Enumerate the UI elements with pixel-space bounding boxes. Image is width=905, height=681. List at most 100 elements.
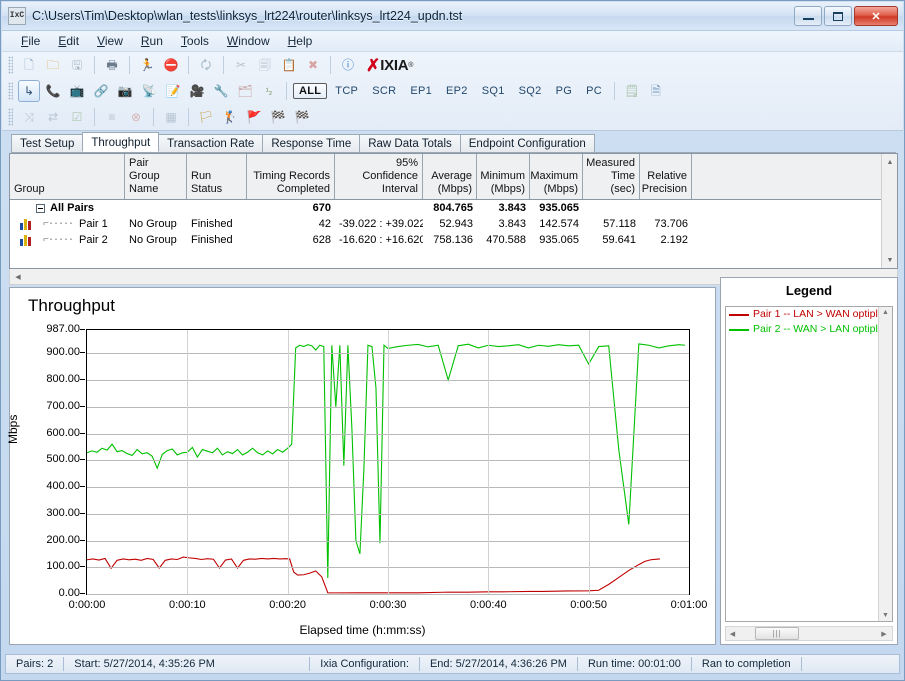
- chart-y-tick-label: 100.00: [46, 560, 80, 573]
- cut-icon[interactable]: ✂: [230, 54, 252, 76]
- multicast-pair-icon[interactable]: 📞: [42, 80, 64, 102]
- delete-icon[interactable]: ✖: [302, 54, 324, 76]
- filter-sq2-button[interactable]: SQ2: [513, 83, 548, 99]
- stop-icon[interactable]: ⛔: [160, 54, 182, 76]
- scroll-down-icon[interactable]: ▼: [882, 252, 898, 268]
- column-header-average[interactable]: Average (Mbps): [423, 154, 477, 199]
- menu-file[interactable]: File: [12, 32, 49, 50]
- menu-window[interactable]: Window: [218, 32, 279, 50]
- voip-pair-icon[interactable]: 📡: [138, 80, 160, 102]
- filter-all-button[interactable]: ALL: [293, 83, 328, 99]
- column-header-pair-group-name[interactable]: Pair Group Name: [125, 154, 187, 199]
- filter-ep1-button[interactable]: EP1: [404, 83, 438, 99]
- column-header-group[interactable]: Group: [10, 154, 125, 199]
- column-header-relative-precision[interactable]: Relative Precision: [640, 154, 692, 199]
- legend-vertical-scrollbar[interactable]: ▲ ▼: [878, 307, 892, 621]
- column-header-minimum[interactable]: Minimum (Mbps): [477, 154, 530, 199]
- scroll-down-icon[interactable]: ▼: [879, 612, 892, 619]
- compare-icon[interactable]: ⤨: [18, 106, 40, 128]
- toolbar-grip[interactable]: [8, 108, 13, 126]
- edit-script-icon[interactable]: 📝: [162, 80, 184, 102]
- column-header-timing-records[interactable]: Timing Records Completed: [247, 154, 335, 199]
- swap-icon[interactable]: ⇄: [42, 106, 64, 128]
- filter-tcp-button[interactable]: TCP: [329, 83, 364, 99]
- legend-horizontal-scrollbar[interactable]: ◀ ||| ▶: [725, 626, 893, 641]
- bar-chart-icon[interactable]: [20, 234, 33, 246]
- refresh-icon[interactable]: 🗘: [195, 54, 217, 76]
- filter-sq1-button[interactable]: SQ1: [476, 83, 511, 99]
- menu-edit[interactable]: Edit: [49, 32, 88, 50]
- maximize-button[interactable]: [824, 6, 852, 26]
- scroll-up-icon[interactable]: ▲: [879, 307, 892, 316]
- flag-run-icon[interactable]: 🚩: [243, 106, 265, 128]
- legend-item[interactable]: Pair 1 -- LAN > WAN optiplx: [726, 307, 892, 322]
- table-icon[interactable]: ▦: [160, 106, 182, 128]
- video-pair-icon[interactable]: 📷: [114, 80, 136, 102]
- chart-y-tick: [80, 486, 85, 487]
- column-header-confidence-interval[interactable]: 95% Confidence Interval: [335, 154, 423, 199]
- scroll-left-icon[interactable]: ◀: [726, 630, 739, 638]
- export-icon[interactable]: 🗒: [621, 80, 643, 102]
- info-icon[interactable]: ⓘ: [337, 54, 359, 76]
- open-folder-icon[interactable]: 🗀: [42, 54, 64, 76]
- paste-icon[interactable]: 📋: [278, 54, 300, 76]
- network-icon[interactable]: 🔗: [90, 80, 112, 102]
- filter-scr-button[interactable]: SCR: [366, 83, 402, 99]
- copy-icon[interactable]: 🗐: [254, 54, 276, 76]
- tab-endpoint-configuration[interactable]: Endpoint Configuration: [459, 134, 595, 152]
- toolbar-grip[interactable]: [8, 82, 13, 100]
- hardware-icon[interactable]: 🔧: [210, 80, 232, 102]
- chart-gridline-vertical: [488, 330, 490, 594]
- video-config-icon[interactable]: 🎥: [186, 80, 208, 102]
- scroll-up-icon[interactable]: ▲: [882, 154, 898, 170]
- cell-maximum: 935.065: [539, 233, 579, 246]
- tab-test-setup[interactable]: Test Setup: [11, 134, 84, 152]
- ixchariot-window: IxC C:\Users\Tim\Desktop\wlan_tests\link…: [0, 0, 905, 681]
- close-button[interactable]: ✕: [854, 6, 898, 26]
- expander-collapse-icon[interactable]: [36, 203, 45, 213]
- toolbar-grip[interactable]: [8, 56, 13, 74]
- scroll-right-icon[interactable]: ▶: [876, 630, 892, 638]
- run-icon[interactable]: 🏃: [136, 54, 158, 76]
- filter-ep2-button[interactable]: EP2: [440, 83, 474, 99]
- table-row[interactable]: ⌐····· Pair 1 No Group Finished 42 -39.0…: [10, 216, 897, 232]
- tab-transaction-rate[interactable]: Transaction Rate: [158, 134, 264, 152]
- tab-raw-data-totals[interactable]: Raw Data Totals: [359, 134, 461, 152]
- scroll-left-icon[interactable]: ◀: [10, 270, 26, 284]
- tab-response-time[interactable]: Response Time: [262, 134, 361, 152]
- align-icon[interactable]: ≡: [101, 106, 123, 128]
- column-header-run-status[interactable]: Run Status: [187, 154, 247, 199]
- endpoint-pair-icon[interactable]: 📺: [66, 80, 88, 102]
- bar-chart-icon[interactable]: [20, 218, 33, 230]
- scrollbar-thumb[interactable]: |||: [755, 627, 799, 640]
- report-icon[interactable]: 🗎: [645, 80, 667, 102]
- column-header-measured-time[interactable]: Measured Time (sec): [583, 154, 640, 199]
- column-header-maximum[interactable]: Maximum (Mbps): [530, 154, 583, 199]
- table-row[interactable]: All Pairs 670 804.765 3.843 935.065: [10, 200, 897, 216]
- new-icon[interactable]: 🗋: [18, 54, 40, 76]
- filter-pg-button[interactable]: PG: [550, 83, 579, 99]
- save-icon[interactable]: 🖫: [66, 54, 88, 76]
- flag-start-icon[interactable]: 🏳: [195, 106, 217, 128]
- tab-throughput[interactable]: Throughput: [82, 132, 160, 152]
- menu-view[interactable]: View: [88, 32, 132, 50]
- print-icon[interactable]: 🖶: [101, 54, 123, 76]
- minimize-button[interactable]: [794, 6, 822, 26]
- table-vertical-scrollbar[interactable]: ▲ ▼: [881, 154, 897, 268]
- numbering-icon[interactable]: ¹₂: [258, 80, 280, 102]
- menu-help[interactable]: Help: [279, 32, 322, 50]
- chart-x-tick-label: 0:00:20: [269, 599, 307, 611]
- validate-icon[interactable]: ☑: [66, 106, 88, 128]
- table-row[interactable]: ⌐····· Pair 2 No Group Finished 628 -16.…: [10, 232, 897, 248]
- menu-run[interactable]: Run: [132, 32, 172, 50]
- chart-y-tick: [80, 379, 85, 381]
- clear-icon[interactable]: ⊗: [125, 106, 147, 128]
- filter-pc-button[interactable]: PC: [580, 83, 608, 99]
- menu-tools[interactable]: Tools: [172, 32, 218, 50]
- pair-icon[interactable]: ↳: [18, 80, 40, 102]
- flag-green-icon[interactable]: 🏌: [219, 106, 241, 128]
- legend-item[interactable]: Pair 2 -- WAN > LAN optiplx: [726, 322, 892, 337]
- finish-flag-icon[interactable]: 🏁: [291, 106, 313, 128]
- group-icon[interactable]: 🗂: [234, 80, 256, 102]
- checkered-flag-icon[interactable]: 🏁: [267, 106, 289, 128]
